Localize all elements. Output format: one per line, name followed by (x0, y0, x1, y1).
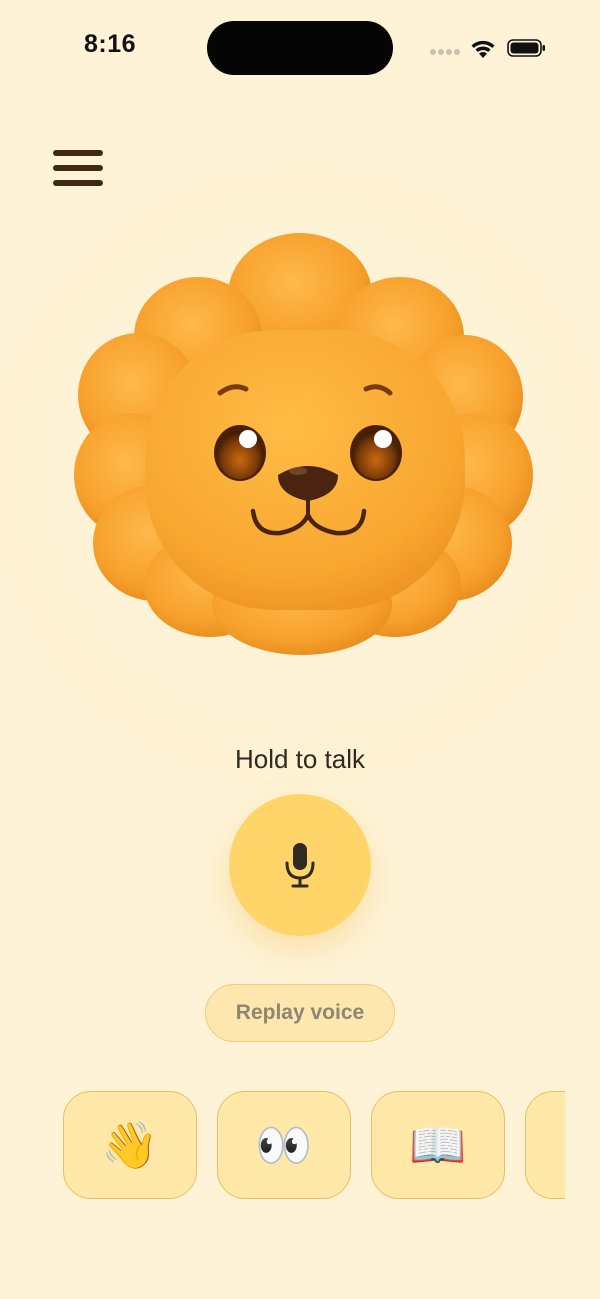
shortcut-eyes[interactable]: 👀 (217, 1091, 351, 1199)
microphone-icon (285, 843, 315, 888)
menu-button[interactable] (46, 142, 110, 194)
dynamic-island (207, 21, 393, 75)
shortcut-partial[interactable] (525, 1091, 565, 1199)
shortcut-wave[interactable]: 👋 (63, 1091, 197, 1199)
hold-to-talk-label: Hold to talk (234, 744, 366, 774)
hold-to-talk-button[interactable] (229, 794, 371, 936)
eyes-icon: 👀 (255, 1119, 313, 1171)
shortcut-strip[interactable]: 👋 👀 📖 (63, 1091, 565, 1201)
cellular-signal-icon (430, 49, 460, 57)
open-book-icon: 📖 (409, 1119, 467, 1171)
hamburger-menu-icon (53, 150, 103, 156)
lion-character-icon (74, 233, 533, 655)
status-bar: 8:16 (0, 0, 600, 96)
wifi-icon (471, 40, 495, 58)
status-time: 8:16 (83, 30, 137, 58)
replay-voice-button[interactable]: Replay voice (205, 984, 395, 1042)
shortcut-book[interactable]: 📖 (371, 1091, 505, 1199)
battery-icon (507, 39, 545, 57)
waving-hand-icon: 👋 (101, 1119, 159, 1171)
